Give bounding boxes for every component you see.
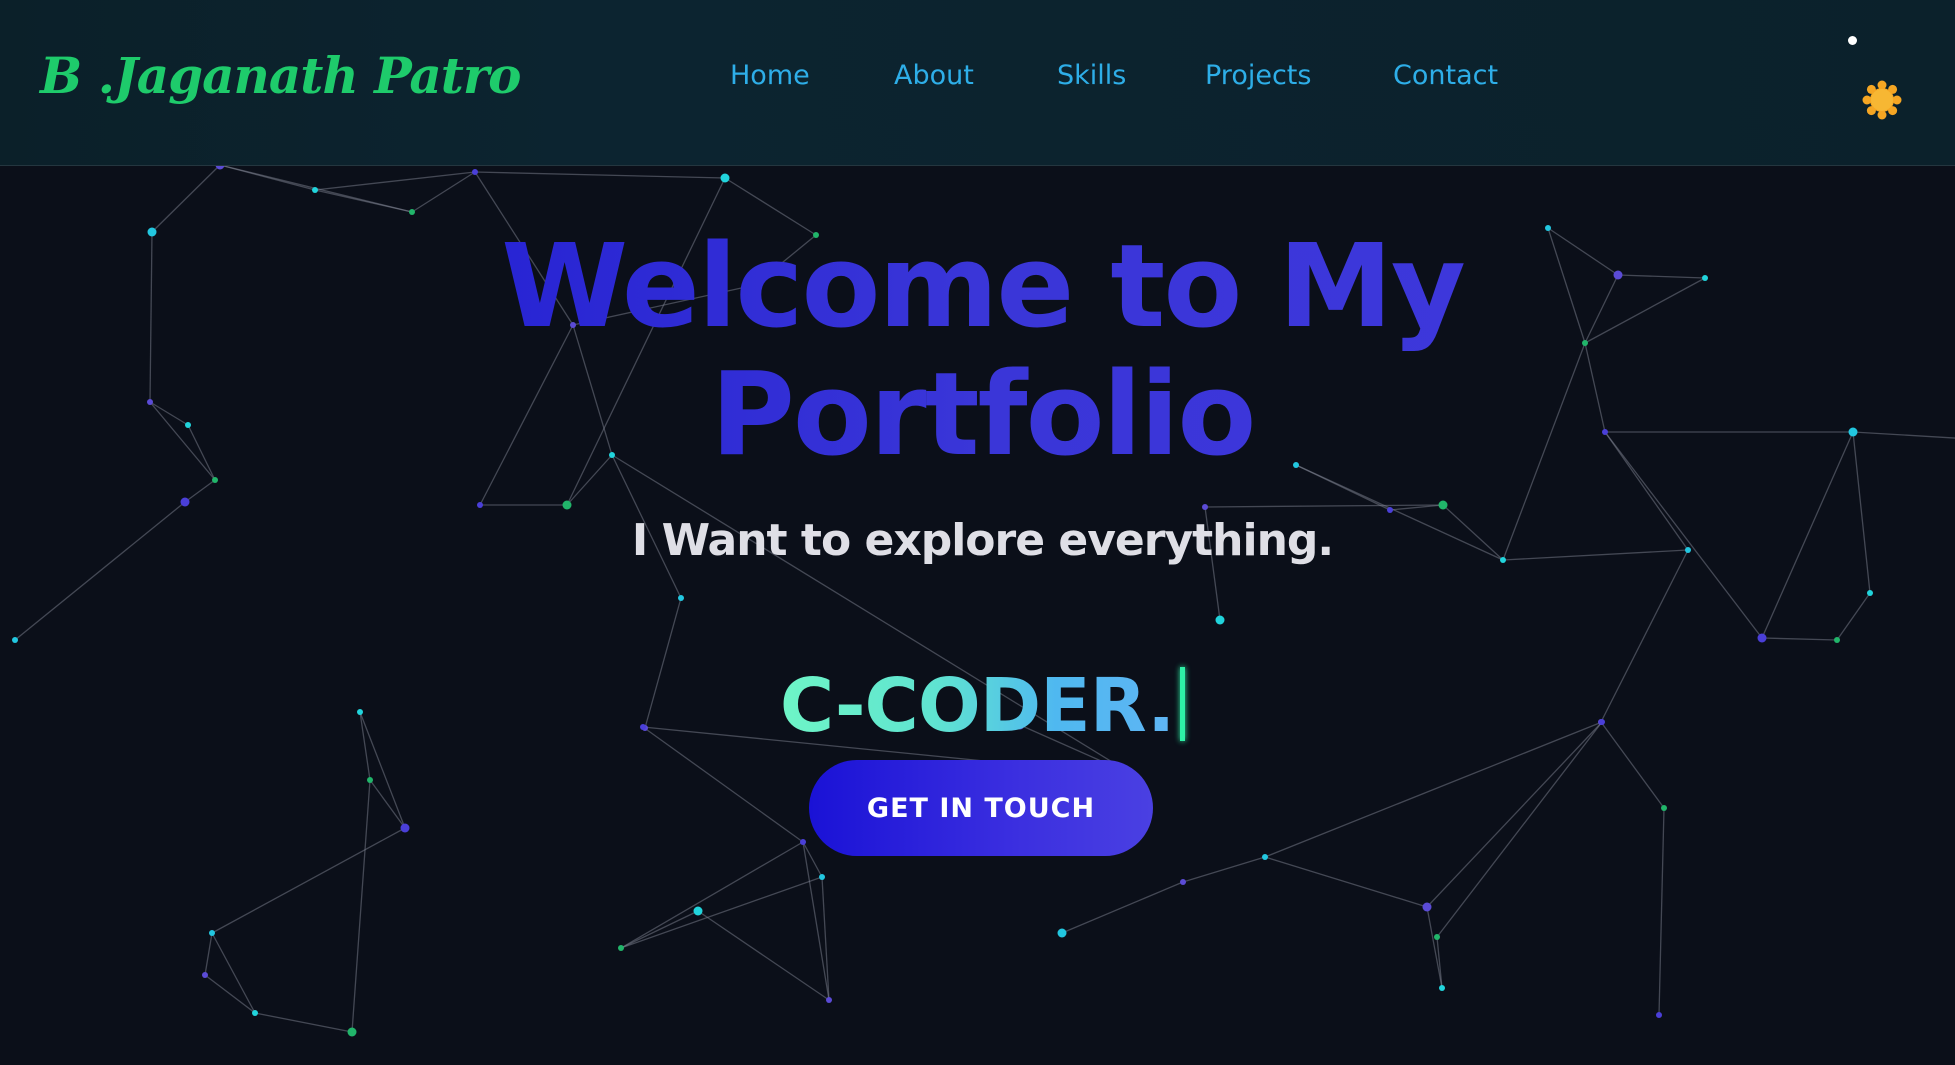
typed-text-container: C-CODER. [0, 663, 1955, 749]
toggle-indicator-dot [1848, 36, 1857, 45]
typing-cursor [1180, 667, 1186, 741]
nav-link-skills[interactable]: Skills [1057, 60, 1126, 91]
navbar: B .Jaganath Patro Home About Skills Proj… [0, 0, 1955, 166]
nav-menu: Home About Skills Projects Contact [0, 60, 1955, 100]
theme-toggle[interactable] [1848, 28, 1902, 128]
hero-section: Welcome to My Portfolio I Want to explor… [0, 165, 1955, 1065]
nav-link-home[interactable]: Home [730, 60, 810, 91]
sun-icon [1862, 80, 1902, 120]
typed-text: C-CODER. [779, 663, 1175, 749]
hero-title: Welcome to My Portfolio [0, 223, 1955, 479]
hero-subtitle: I Want to explore everything. [631, 515, 1334, 566]
nav-link-projects[interactable]: Projects [1205, 60, 1311, 91]
nav-link-about[interactable]: About [894, 60, 974, 91]
get-in-touch-button[interactable]: GET IN TOUCH [809, 760, 1153, 856]
nav-link-contact[interactable]: Contact [1393, 60, 1498, 91]
